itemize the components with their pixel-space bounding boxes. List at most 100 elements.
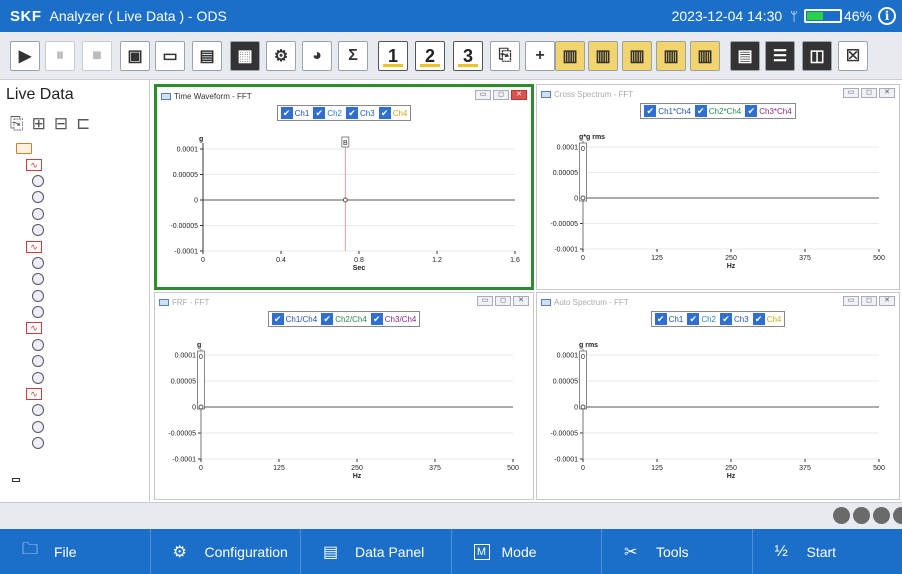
time-waveform-pane[interactable]: Time Waveform - FFT ▭ ◻ ✕ ✔ Ch1 ✔ Ch2 ✔ Ch3 ✔ Ch4 g 0… bbox=[154, 84, 534, 290]
tree-item[interactable] bbox=[4, 140, 51, 156]
tree-item[interactable] bbox=[4, 337, 51, 353]
layout-1-button[interactable]: 1 bbox=[378, 41, 408, 71]
pause-button[interactable]: ⏸ bbox=[45, 41, 75, 71]
waveform-icon: ∿ bbox=[26, 240, 42, 253]
panel-title: Live Data bbox=[6, 86, 74, 103]
channel-icon bbox=[32, 420, 44, 433]
x-tick-label: 250 bbox=[725, 255, 737, 262]
tree-item[interactable] bbox=[4, 288, 51, 304]
page-dot[interactable] bbox=[853, 507, 870, 524]
cursor-marker[interactable] bbox=[198, 404, 204, 410]
tree-item[interactable] bbox=[4, 189, 51, 205]
spectrum-view-4-button[interactable]: ▥ bbox=[656, 41, 686, 71]
cross-spectrum-pane[interactable]: Cross Spectrum - FFT ▭ ◻ ✕ ✔ Ch1*Ch4 ✔ Ch2*Ch4 ✔… bbox=[536, 84, 900, 290]
chart-plot[interactable]: g*g rms0.00010.000050-0.00005-0.00010 125… bbox=[537, 85, 901, 291]
list-view-button[interactable]: ▤ bbox=[730, 41, 760, 71]
expand-tree-icon[interactable]: ⊞ bbox=[32, 114, 46, 134]
save-button[interactable]: ▤ bbox=[192, 41, 222, 71]
cursor-marker[interactable] bbox=[342, 197, 348, 203]
tree-item[interactable] bbox=[4, 353, 51, 369]
tab-live-data[interactable] bbox=[12, 478, 20, 482]
file-button[interactable]: 🗀 File bbox=[0, 529, 151, 574]
page-dot[interactable] bbox=[893, 507, 902, 524]
x-tick-label: 375 bbox=[799, 255, 811, 262]
add-cursor-button[interactable]: + bbox=[525, 41, 555, 71]
tree-item[interactable] bbox=[4, 222, 51, 238]
tree-item[interactable] bbox=[4, 369, 51, 385]
sum-icon: Σ bbox=[348, 47, 358, 64]
tools-button[interactable]: ✂ Tools bbox=[602, 529, 753, 574]
close-all-icon: ☒ bbox=[845, 48, 861, 65]
y-tick-label: -0.0001 bbox=[172, 457, 196, 464]
select-icon[interactable]: ⊏ bbox=[76, 114, 90, 134]
x-tick-label: 250 bbox=[351, 465, 363, 472]
configuration-icon: ⚙ bbox=[172, 543, 187, 561]
x-tick-label: 0 bbox=[581, 465, 585, 472]
tree-item[interactable] bbox=[4, 173, 51, 189]
sum-button[interactable]: Σ bbox=[338, 41, 368, 71]
stop-button[interactable]: ■ bbox=[82, 41, 112, 71]
y-tick-label: 0 bbox=[194, 198, 198, 205]
tree-item[interactable] bbox=[4, 419, 51, 435]
y-unit-label: g bbox=[197, 342, 201, 349]
chart-plot[interactable]: g0.00010.000050-0.00005-0.00010 125 250 375… bbox=[155, 293, 535, 501]
mode-button[interactable]: M Mode bbox=[452, 529, 602, 574]
split-horizontal-button[interactable]: ☰ bbox=[765, 41, 795, 71]
x-tick-label: 375 bbox=[429, 465, 441, 472]
spectrum-view-1-button[interactable]: ▥ bbox=[555, 41, 585, 71]
tree-item[interactable]: ∿ bbox=[4, 386, 51, 402]
settings-gear-icon: ⚙ bbox=[273, 48, 289, 65]
chart-plot[interactable]: g rms0.00010.000050-0.00005-0.00010 125 25… bbox=[537, 293, 901, 501]
layout-2-button[interactable]: 2 bbox=[415, 41, 445, 71]
layout-3-button[interactable]: 3 bbox=[453, 41, 483, 71]
y-tick-label: 0.0001 bbox=[175, 353, 197, 360]
tree-item[interactable]: ∿ bbox=[4, 238, 51, 254]
tree-item[interactable] bbox=[4, 402, 51, 418]
x-tick-label: 0 bbox=[201, 257, 205, 264]
page-indicator[interactable] bbox=[833, 507, 902, 524]
tree-item[interactable] bbox=[4, 255, 51, 271]
y-tick-label: 0.0001 bbox=[177, 147, 199, 154]
tree-item[interactable]: ∿ bbox=[4, 320, 51, 336]
play-button[interactable]: ▶ bbox=[10, 41, 40, 71]
tab-history[interactable] bbox=[4, 478, 10, 482]
tree-item[interactable] bbox=[4, 435, 51, 451]
cursor-marker[interactable] bbox=[580, 195, 586, 201]
pie-chart-button[interactable]: ◕ bbox=[302, 41, 332, 71]
export-button[interactable]: ⎘ bbox=[490, 41, 520, 71]
y-tick-label: 0.00005 bbox=[553, 379, 578, 386]
spectrum-view-3-button[interactable]: ▥ bbox=[622, 41, 652, 71]
tree-item[interactable] bbox=[4, 304, 51, 320]
page-dot[interactable] bbox=[833, 507, 850, 524]
page-dot[interactable] bbox=[873, 507, 890, 524]
tree-item[interactable]: ∿ bbox=[4, 156, 51, 172]
datetime-label: 2023-12-04 14:30 bbox=[671, 8, 783, 24]
nav-label: Configuration bbox=[204, 543, 288, 560]
x-tick-label: 0 bbox=[199, 465, 203, 472]
camera-button[interactable]: ▣ bbox=[120, 41, 150, 71]
channel-icon bbox=[32, 174, 44, 187]
data-panel-button[interactable]: ▤ Data Panel bbox=[301, 529, 452, 574]
cursor-marker[interactable] bbox=[580, 404, 586, 410]
channel-icon bbox=[32, 437, 44, 450]
start-button[interactable]: ½ Start bbox=[753, 529, 902, 574]
collapse-tree-icon[interactable]: ⊟ bbox=[54, 114, 68, 134]
frf-pane[interactable]: FRF - FFT ▭ ◻ ✕ ✔ Ch1/Ch4 ✔ Ch2/Ch4 ✔ Ch3/Ch4 g 0.0… bbox=[154, 292, 534, 500]
spectrum-view-5-button[interactable]: ▥ bbox=[690, 41, 720, 71]
spectrum-view-2-button[interactable]: ▥ bbox=[588, 41, 618, 71]
configuration-button[interactable]: ⚙ Configuration bbox=[151, 529, 301, 574]
info-icon[interactable]: i bbox=[878, 7, 896, 25]
split-vertical-button[interactable]: ◫ bbox=[802, 41, 832, 71]
settings-gear-button[interactable]: ⚙ bbox=[266, 41, 296, 71]
tree-item[interactable] bbox=[4, 271, 51, 287]
chart-plot[interactable]: g0.00010.000050-0.00005-0.00010 0.4 0.8 1.2… bbox=[157, 87, 537, 293]
tree-item[interactable] bbox=[4, 206, 51, 222]
copy-icon[interactable]: ⎘ bbox=[10, 114, 24, 134]
live-data-panel: Live Data ⎘ ⊞ ⊟ ⊏ ∿ ∿ ∿ ∿ bbox=[0, 80, 150, 502]
open-folder-button[interactable]: ▭ bbox=[155, 41, 185, 71]
close-all-button[interactable]: ☒ bbox=[838, 41, 868, 71]
auto-spectrum-pane[interactable]: Auto Spectrum - FFT ▭ ◻ ✕ ✔ Ch1 ✔ Ch2 ✔ Ch3 ✔ Ch4 g … bbox=[536, 292, 900, 500]
folder-icon bbox=[16, 142, 32, 154]
channel-icon bbox=[32, 273, 44, 286]
report-button[interactable]: ▦ bbox=[230, 41, 260, 71]
